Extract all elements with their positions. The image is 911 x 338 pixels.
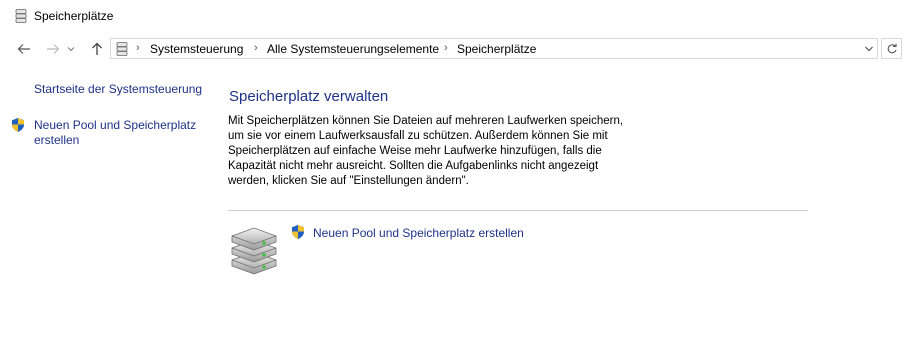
recent-dropdown-icon (67, 47, 75, 52)
back-arrow-icon (17, 44, 30, 54)
forward-arrow-icon (47, 44, 60, 54)
description-line: Mit Speicherplätzen können Sie Dateien a… (228, 115, 624, 127)
address-bar[interactable]: › Systemsteuerung › Alle Systemsteuerung… (110, 38, 878, 59)
refresh-icon (887, 43, 897, 53)
description-line: werden, klicken Sie auf "Einstellungen ä… (228, 175, 469, 187)
sidebar-link-create-pool[interactable]: Neuen Pool und Speicherplatz erstellen (34, 118, 196, 148)
description-line: um sie vor einem Laufwerksausfall zu sch… (228, 130, 608, 142)
chevron-right-icon[interactable]: › (254, 42, 258, 54)
chevron-right-icon[interactable]: › (444, 42, 448, 54)
uac-shield-icon (292, 225, 304, 239)
storage-spaces-icon (116, 42, 128, 56)
recent-locations-button[interactable] (65, 40, 77, 58)
up-button[interactable] (88, 40, 106, 58)
chevron-right-icon[interactable]: › (136, 42, 140, 54)
refresh-button[interactable] (881, 38, 902, 59)
main-content: Speicherplatz verwalten Mit Speicherplät… (228, 64, 911, 338)
breadcrumb-speicherplaetze[interactable]: Speicherplätze (457, 42, 536, 56)
divider (228, 210, 808, 211)
back-button[interactable] (15, 40, 33, 58)
storage-spaces-icon (15, 9, 27, 23)
description-line: Speicherplätzen auf einfache Weise mehr … (228, 145, 602, 157)
sidebar: Startseite der Systemsteuerung Neuen Poo… (0, 64, 210, 338)
create-pool-task-link[interactable]: Neuen Pool und Speicherplatz erstellen (313, 226, 524, 240)
window-title: Speicherplätze (34, 9, 114, 23)
up-arrow-icon (92, 42, 102, 55)
sidebar-link-create-pool-line2: erstellen (34, 133, 80, 147)
description-line: Kapazität nicht mehr ausreicht. Sollten … (228, 160, 599, 172)
forward-button[interactable] (44, 40, 62, 58)
breadcrumb-alle-elemente[interactable]: Alle Systemsteuerungselemente (267, 42, 439, 56)
uac-shield-icon (12, 118, 24, 132)
description-text: Mit Speicherplätzen können Sie Dateien a… (228, 114, 648, 189)
sidebar-link-create-pool-line1: Neuen Pool und Speicherplatz (34, 118, 197, 132)
sidebar-link-home[interactable]: Startseite der Systemsteuerung (34, 82, 202, 97)
drives-stack-icon (231, 227, 277, 275)
navigation-bar: › Systemsteuerung › Alle Systemsteuerung… (0, 34, 911, 64)
page-title: Speicherplatz verwalten (229, 88, 389, 105)
breadcrumb-systemsteuerung[interactable]: Systemsteuerung (150, 42, 243, 56)
title-bar: Speicherplätze (0, 0, 911, 33)
chevron-down-icon[interactable] (864, 43, 874, 55)
